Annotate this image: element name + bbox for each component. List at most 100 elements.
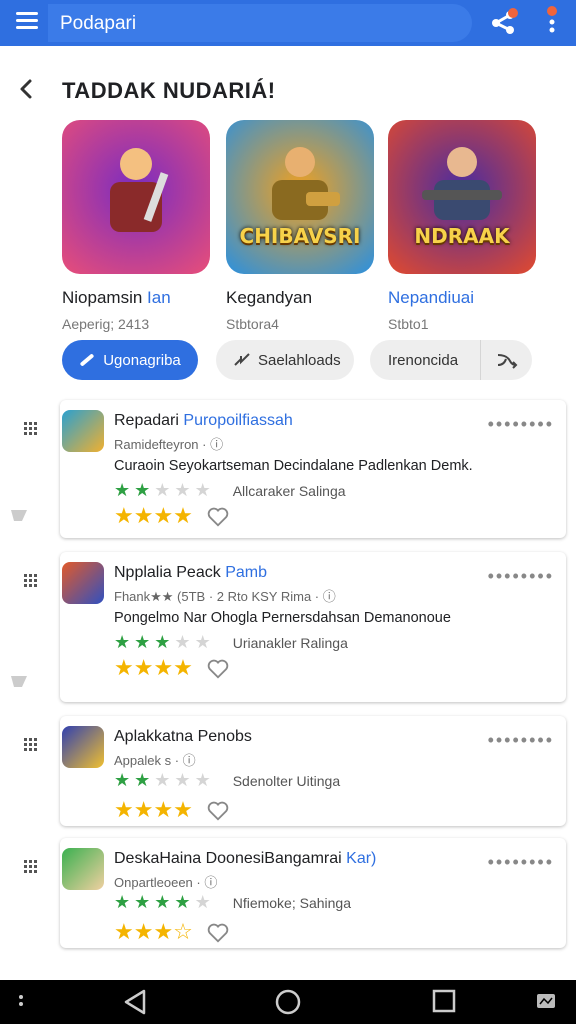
shuffle-icon[interactable] <box>480 340 532 380</box>
rating-star: ★ <box>114 480 131 501</box>
search-text: Podapari <box>60 13 137 34</box>
recents-nav-icon[interactable] <box>432 988 456 1014</box>
back-nav-icon[interactable] <box>122 988 148 1016</box>
menu-icon[interactable] <box>16 12 38 30</box>
app-title: Aplakkatna Penobs <box>114 728 252 745</box>
rating-row: ★ ★ ★ ★ ★ Sdenolter Uitinga <box>114 772 340 790</box>
rating-label: Allcaraker Salinga <box>232 483 346 499</box>
gold-rating: ★★★★ <box>114 506 229 528</box>
rating-label: Nfiemoke; Sahinga <box>232 895 351 911</box>
app-list-item[interactable]: Npplalia Peack Pamb Fhank★★ (5TB · 2 Rto … <box>11 552 566 702</box>
more-options-icon[interactable]: •••••••• <box>488 730 554 751</box>
app-title: Npplalia Peack Pamb <box>114 564 267 581</box>
game-artwork: NDRAAK <box>388 120 536 274</box>
share-icon[interactable] <box>490 8 518 36</box>
info-icon[interactable]: ⓘ <box>323 589 336 604</box>
alert-badge <box>547 6 557 16</box>
app-description: Curaoin Seyokartseman Decindalane Padlen… <box>114 458 473 474</box>
rating-star: ★ <box>194 480 211 501</box>
rating-star: ★ <box>134 770 151 791</box>
heart-icon[interactable] <box>207 922 229 944</box>
gold-rating: ★★★★ <box>114 800 229 822</box>
rating-star: ★ <box>134 480 151 501</box>
chip-label: Saelahloads <box>258 351 341 369</box>
home-nav-icon[interactable] <box>274 988 302 1016</box>
search-bar[interactable]: Podapari <box>48 4 472 42</box>
drag-handle-icon[interactable] <box>24 574 40 590</box>
rating-star: ★ <box>174 770 191 791</box>
gold-stars: ★★★★ <box>114 798 193 823</box>
app-title: Repadari Puropoilfiassah <box>114 412 293 429</box>
game-artwork: CHIBAVSRI <box>226 120 374 274</box>
chip-label: Ugonagriba <box>103 351 181 369</box>
rating-star: ★ <box>134 892 151 913</box>
drag-handle-icon[interactable] <box>24 860 40 876</box>
primary-filter-chip[interactable]: Ugonagriba <box>62 340 198 380</box>
drag-handle-icon[interactable] <box>24 738 40 754</box>
featured-game-card[interactable]: CHIBAVSRI Kegandyan Stbtora4 <box>226 120 374 332</box>
app-description: Pongelmo Nar Ohogla Pernersdahsan Demano… <box>114 610 451 626</box>
rating-label: Sdenolter Uitinga <box>232 773 341 789</box>
app-icon <box>62 562 104 604</box>
more-options-icon[interactable]: •••••••• <box>488 414 554 435</box>
info-icon[interactable]: ⓘ <box>204 875 217 890</box>
more-options-icon[interactable]: •••••••• <box>488 566 554 587</box>
game-art-caption: NDRAAK <box>414 224 510 248</box>
game-meta: Stbtora4 <box>226 316 279 332</box>
gold-rating: ★★★★ <box>114 658 229 680</box>
rating-star: ★ <box>114 892 131 913</box>
info-icon[interactable]: ⓘ <box>183 753 196 768</box>
gold-rating: ★★★☆ <box>114 922 229 944</box>
rating-star: ★ <box>154 632 171 653</box>
rating-star: ★ <box>174 632 191 653</box>
rating-star: ★ <box>114 632 131 653</box>
rating-star: ★ <box>174 892 191 913</box>
app-subtitle: Ramidefteyron · ⓘ <box>114 437 224 452</box>
game-name: Kegandyan <box>226 288 313 307</box>
featured-game-card[interactable]: Niopamsin Ian Aeperig; 2413 <box>62 120 210 332</box>
app-list-item[interactable]: Aplakkatna Penobs Appalek s · ⓘ ★ ★ ★ ★ ★ Sden… <box>60 716 566 826</box>
section-title: TADDAK NUDARIÁ! <box>62 78 276 103</box>
app-icon <box>62 848 104 890</box>
notification-badge <box>508 8 518 18</box>
tag-icon <box>11 510 27 521</box>
back-arrow-icon[interactable] <box>16 78 38 100</box>
tertiary-filter-chip[interactable]: Irenoncida <box>370 340 532 380</box>
rating-star: ★ <box>154 770 171 791</box>
pencil-icon <box>79 353 95 367</box>
featured-game-card[interactable]: NDRAAK Nepandiuai Stbto1 <box>388 120 536 332</box>
tag-icon <box>11 676 27 687</box>
more-vert-icon[interactable] <box>542 6 562 36</box>
heart-icon[interactable] <box>207 506 229 528</box>
rating-star: ★ <box>154 892 171 913</box>
rating-star: ★ <box>194 632 211 653</box>
more-options-icon[interactable]: •••••••• <box>488 852 554 873</box>
game-art-caption: CHIBAVSRI <box>239 224 361 248</box>
gold-stars: ★★★☆ <box>114 920 193 945</box>
game-name: Niopamsin Ian <box>62 288 171 307</box>
rating-row: ★ ★ ★ ★ ★ Allcaraker Salinga <box>114 482 346 500</box>
keyboard-icon[interactable] <box>536 992 556 1010</box>
rating-star: ★ <box>114 770 131 791</box>
dots-icon[interactable] <box>18 994 24 1008</box>
app-icon <box>62 410 104 452</box>
app-subtitle: Fhank★★ (5TB · 2 Rto KSY Rima · ⓘ <box>114 589 336 604</box>
game-artwork <box>62 120 210 274</box>
rating-star: ★ <box>174 480 191 501</box>
heart-icon[interactable] <box>207 658 229 680</box>
heart-icon[interactable] <box>207 800 229 822</box>
secondary-filter-chip[interactable]: Saelahloads <box>216 340 354 380</box>
drag-handle-icon[interactable] <box>24 422 40 438</box>
game-meta: Aeperig; 2413 <box>62 316 150 332</box>
top-app-bar: Podapari <box>0 0 576 46</box>
system-nav-bar <box>0 980 576 1024</box>
rating-star: ★ <box>194 892 211 913</box>
gold-stars: ★★★★ <box>114 504 193 529</box>
app-icon <box>62 726 104 768</box>
app-list-item[interactable]: Repadari Puropoilfiassah Ramidefteyron · … <box>11 400 566 538</box>
app-subtitle: Appalek s · ⓘ <box>114 753 196 768</box>
share-icon <box>234 353 250 366</box>
info-icon[interactable]: ⓘ <box>210 437 223 452</box>
rating-row: ★ ★ ★ ★ ★ Urianakler Ralinga <box>114 634 348 652</box>
app-list-item[interactable]: DeskaHaina DoonesiBangamrai Kar) Onpartle… <box>60 838 566 948</box>
